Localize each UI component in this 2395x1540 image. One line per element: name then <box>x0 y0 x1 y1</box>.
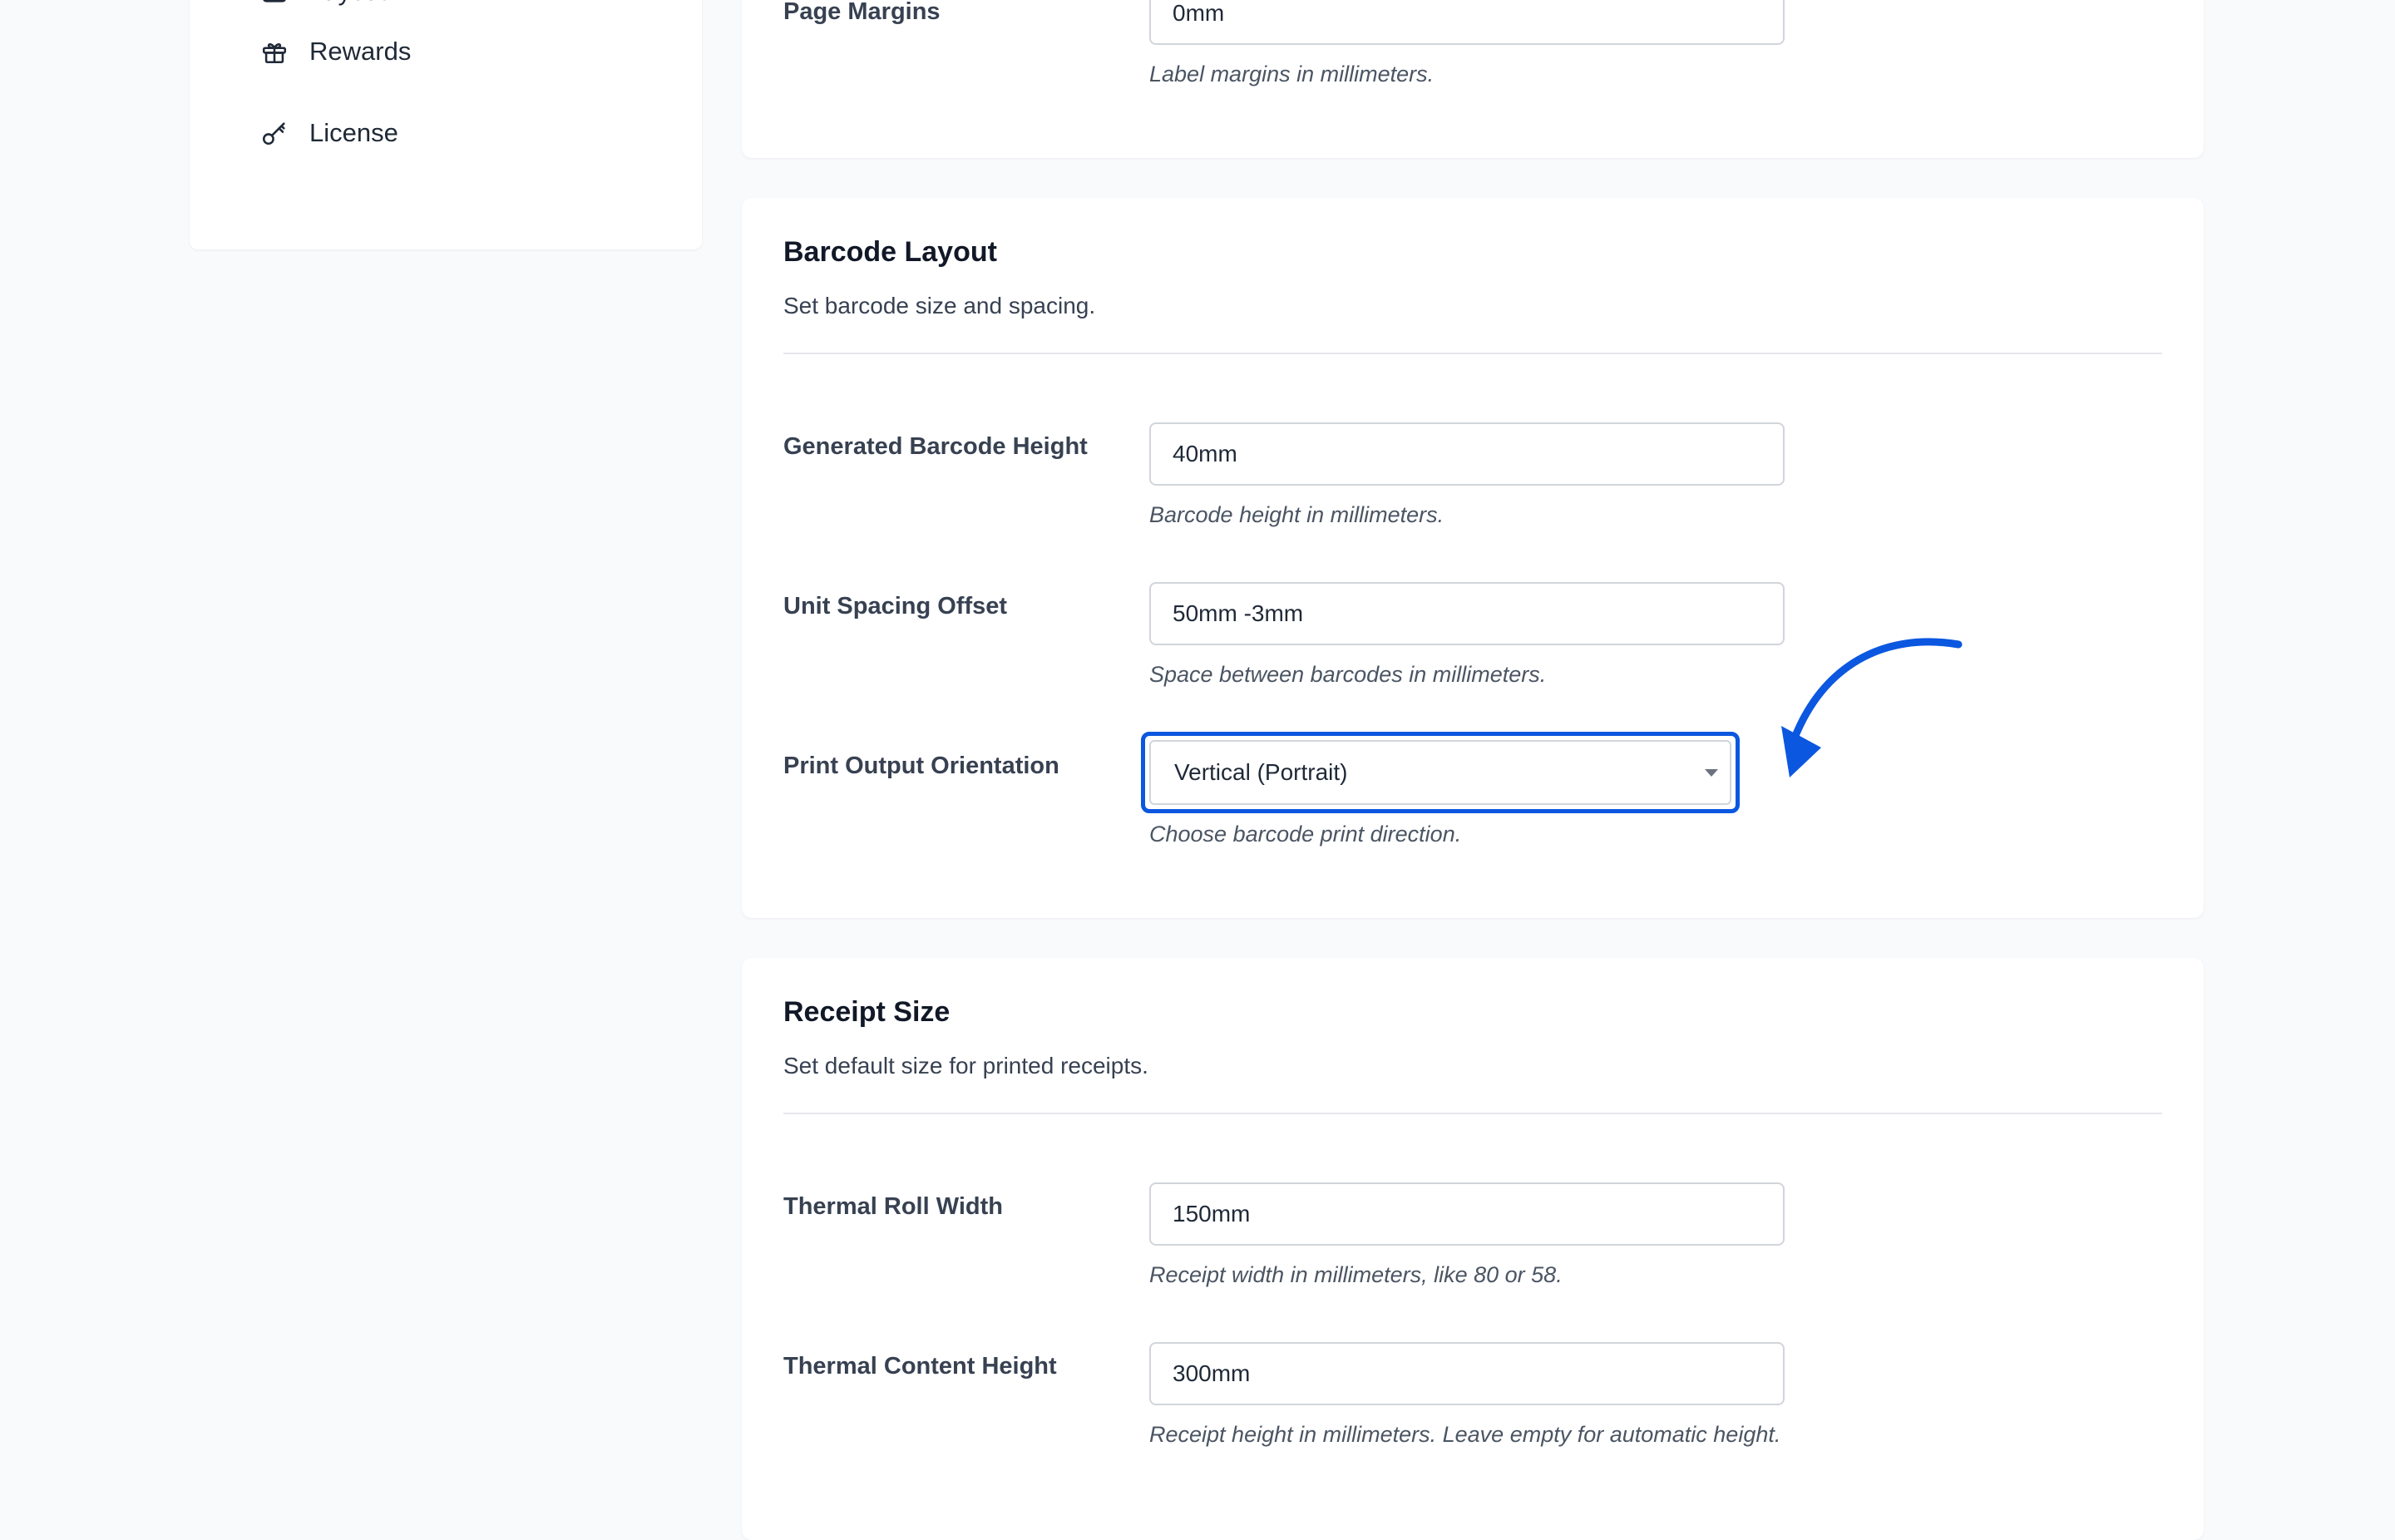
unit-spacing-input[interactable] <box>1149 582 1785 645</box>
orientation-highlight: Vertical (Portrait) <box>1141 732 1740 813</box>
divider <box>783 1113 2162 1114</box>
key-icon <box>259 118 289 148</box>
unit-spacing-label: Unit Spacing Offset <box>783 593 1008 619</box>
barcode-height-label: Generated Barcode Height <box>783 433 1088 460</box>
gift-icon <box>259 37 289 67</box>
sidebar-item-rewards[interactable]: Rewards <box>259 27 411 77</box>
receipt-size-card: Receipt Size Set default size for printe… <box>742 958 2204 1540</box>
orientation-help: Choose barcode print direction. <box>1149 822 1462 847</box>
sidebar-item-layout[interactable]: Layout <box>259 0 387 17</box>
annotation-arrow-icon <box>1781 638 1963 777</box>
orientation-selected-value: Vertical (Portrait) <box>1174 759 1348 785</box>
barcode-height-help: Barcode height in millimeters. <box>1149 502 1444 527</box>
barcode-height-input[interactable] <box>1149 422 1785 486</box>
page-margins-input[interactable] <box>1149 0 1785 45</box>
page-margins-card: Page Margins Label margins in millimeter… <box>742 0 2204 158</box>
section-title: Barcode Layout <box>783 236 997 268</box>
chevron-down-icon <box>1705 769 1718 777</box>
page-margins-label: Page Margins <box>783 0 941 25</box>
divider <box>783 353 2162 354</box>
unit-spacing-help: Space between barcodes in millimeters. <box>1149 662 1547 687</box>
section-title: Receipt Size <box>783 996 951 1028</box>
sidebar-item-label: License <box>309 118 398 147</box>
content-height-input[interactable] <box>1149 1342 1785 1405</box>
sidebar: Layout Rewards License <box>190 0 702 249</box>
orientation-select[interactable]: Vertical (Portrait) <box>1149 740 1731 805</box>
content-height-label: Thermal Content Height <box>783 1353 1057 1380</box>
layout-icon <box>259 0 289 7</box>
section-subtitle: Set barcode size and spacing. <box>783 293 1096 318</box>
barcode-layout-card: Barcode Layout Set barcode size and spac… <box>742 198 2204 918</box>
roll-width-help: Receipt width in millimeters, like 80 or… <box>1149 1262 1563 1287</box>
section-subtitle: Set default size for printed receipts. <box>783 1053 1148 1078</box>
sidebar-item-license[interactable]: License <box>259 108 398 158</box>
page-margins-help: Label margins in millimeters. <box>1149 62 1435 86</box>
sidebar-item-label: Layout <box>309 0 387 7</box>
orientation-label: Print Output Orientation <box>783 753 1059 779</box>
roll-width-input[interactable] <box>1149 1182 1785 1246</box>
roll-width-label: Thermal Roll Width <box>783 1193 1003 1220</box>
sidebar-item-label: Rewards <box>309 37 412 66</box>
content-height-help: Receipt height in millimeters. Leave emp… <box>1149 1422 1781 1447</box>
